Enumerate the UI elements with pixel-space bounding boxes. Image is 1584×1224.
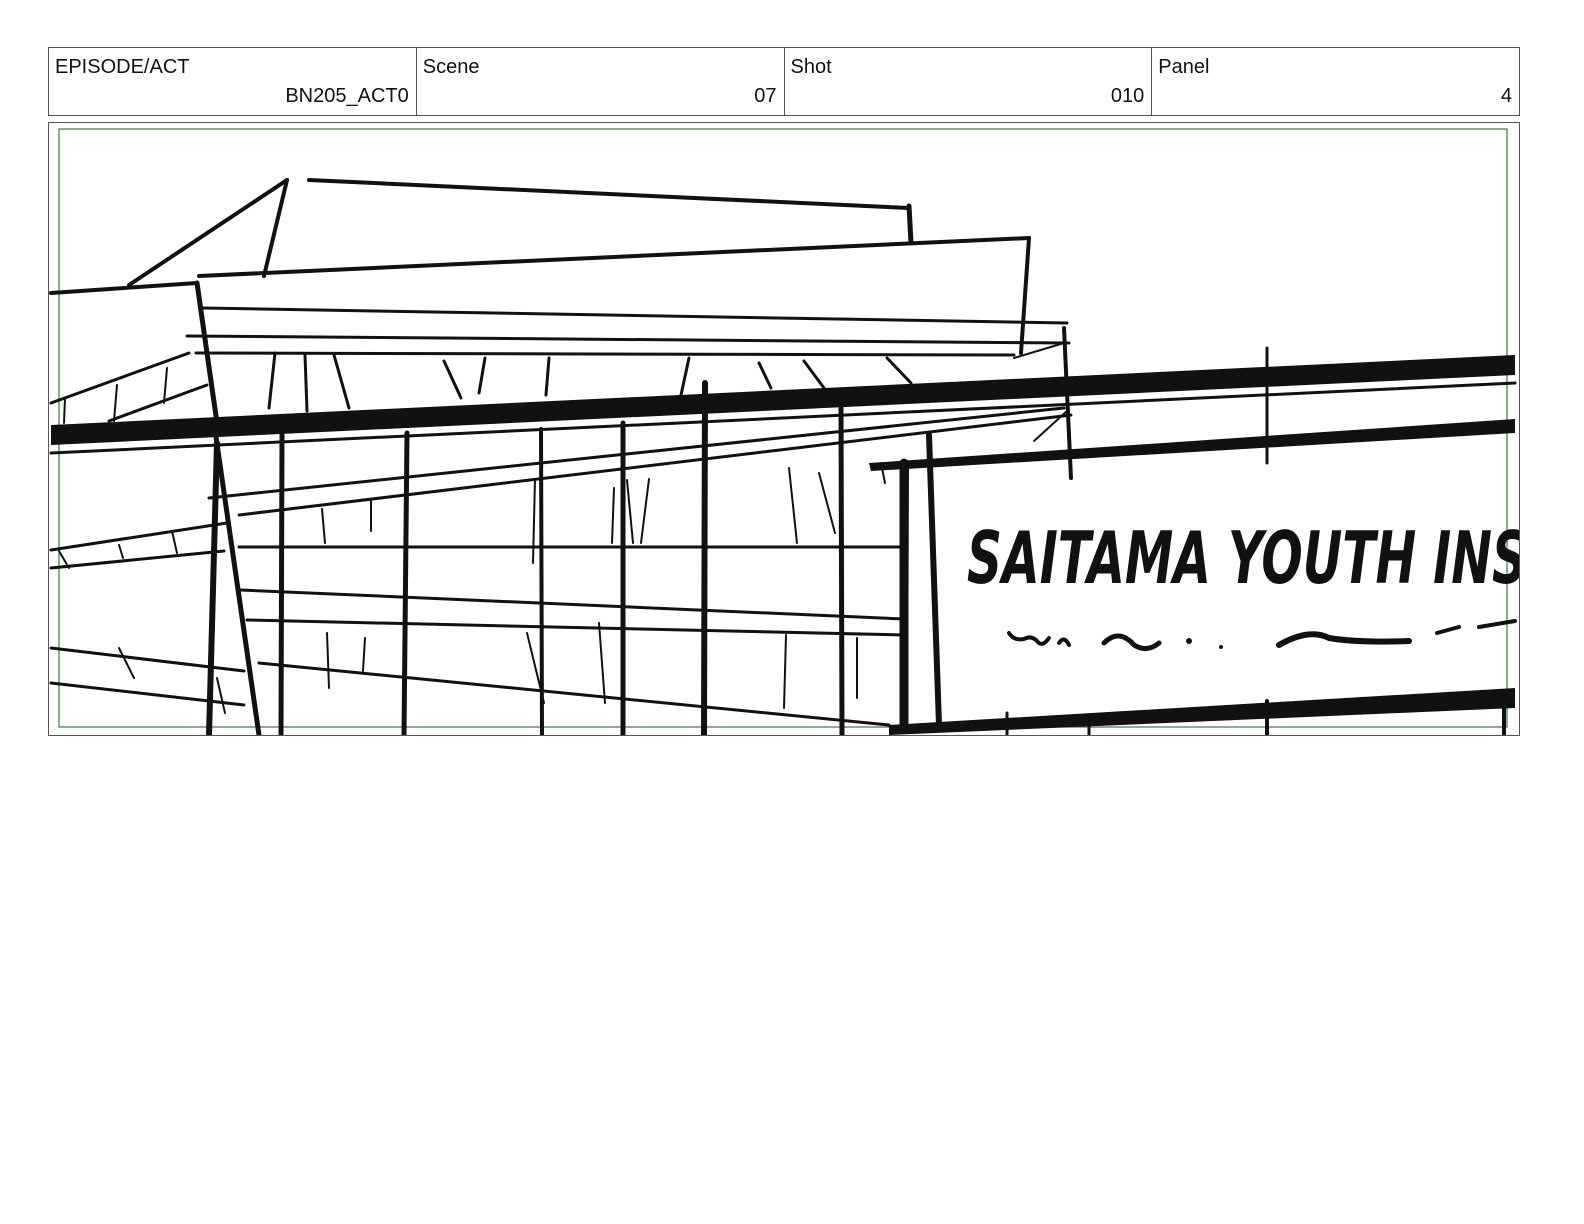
episode-act-label: EPISODE/ACT bbox=[55, 56, 190, 78]
episode-act-value: BN205_ACT0 bbox=[285, 85, 409, 107]
panel-label: Panel bbox=[1158, 56, 1210, 78]
panel-sketch: SAITAMA YOUTH INS bbox=[49, 128, 1519, 735]
scene-label: Scene bbox=[422, 56, 480, 78]
shot-value: 010 bbox=[1110, 85, 1145, 107]
scene-cell: Scene 07 bbox=[417, 48, 785, 115]
episode-act-cell: EPISODE/ACT BN205_ACT0 bbox=[49, 48, 417, 115]
scene-value: 07 bbox=[754, 85, 777, 107]
sign-lettering: SAITAMA YOUTH INS bbox=[967, 516, 1519, 600]
building-sketch bbox=[49, 178, 1517, 735]
storyboard-header: EPISODE/ACT BN205_ACT0 Scene 07 Shot 010… bbox=[48, 47, 1520, 116]
storyboard-panel-frame: SAITAMA YOUTH INS bbox=[48, 122, 1520, 736]
sign-board: SAITAMA YOUTH INS bbox=[889, 458, 1519, 735]
panel-value: 4 bbox=[1500, 85, 1512, 107]
shot-label: Shot bbox=[790, 56, 832, 78]
shot-cell: Shot 010 bbox=[785, 48, 1153, 115]
panel-cell: Panel 4 bbox=[1152, 48, 1519, 115]
